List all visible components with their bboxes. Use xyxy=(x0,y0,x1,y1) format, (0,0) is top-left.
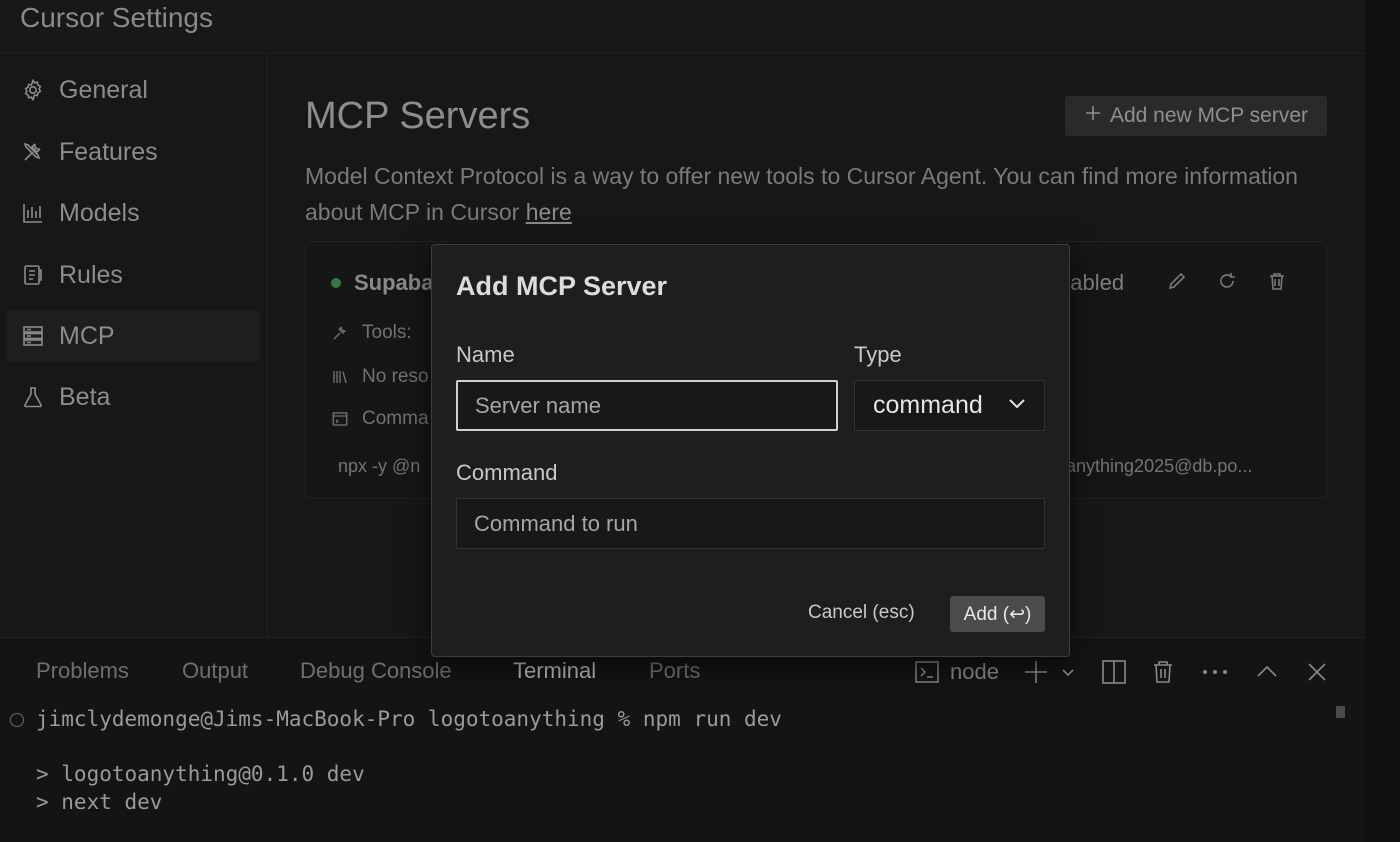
tools-icon xyxy=(330,323,350,343)
page-title: Cursor Settings xyxy=(20,2,213,34)
name-label: Name xyxy=(456,342,515,368)
terminal-name[interactable]: node xyxy=(950,658,999,686)
maximize-panel-icon[interactable] xyxy=(1254,658,1280,686)
mcp-description: Model Context Protocol is a way to offer… xyxy=(305,158,1305,230)
terminal-icon xyxy=(330,409,350,429)
command-row: Comma xyxy=(330,408,429,430)
tools-row: Tools: xyxy=(330,322,412,344)
models-icon xyxy=(20,200,46,226)
resources-row: No reso xyxy=(330,366,429,388)
docs-link[interactable]: here xyxy=(526,199,572,225)
type-label: Type xyxy=(854,342,902,368)
terminal-shell-icon[interactable] xyxy=(912,658,942,686)
server-icon xyxy=(20,323,46,349)
sidebar-item-models[interactable]: Models xyxy=(6,187,260,239)
terminal-line: > logotoanything@0.1.0 dev xyxy=(36,762,365,786)
sidebar-item-mcp[interactable]: MCP xyxy=(6,310,260,362)
tab-terminal[interactable]: Terminal xyxy=(513,658,596,684)
settings-sidebar: General Features Models Rules MCP Beta xyxy=(0,55,268,637)
edit-icon[interactable] xyxy=(1164,268,1190,294)
terminal-line: jimclydemonge@Jims-MacBook-Pro logotoany… xyxy=(36,707,782,731)
add-mcp-server-dialog: Add MCP Server Name Type command Command… xyxy=(431,244,1070,657)
sidebar-item-features[interactable]: Features xyxy=(6,126,260,178)
server-name: Supaba xyxy=(354,270,433,296)
bottom-panel: Problems Output Debug Console Terminal P… xyxy=(0,637,1365,842)
kill-terminal-icon[interactable] xyxy=(1150,658,1176,686)
tab-debug-console[interactable]: Debug Console xyxy=(300,658,452,684)
description-text: Model Context Protocol is a way to offer… xyxy=(305,163,1298,225)
command-label: Comma xyxy=(362,408,429,430)
split-terminal-icon[interactable] xyxy=(1100,658,1128,686)
type-select-value: command xyxy=(873,391,983,420)
trash-icon[interactable] xyxy=(1264,268,1290,294)
command-input[interactable] xyxy=(456,498,1045,549)
resources-label: No reso xyxy=(362,366,429,388)
cancel-button[interactable]: Cancel (esc) xyxy=(808,602,915,624)
plus-icon xyxy=(1084,104,1102,128)
terminal-line: > next dev xyxy=(36,790,162,814)
close-panel-icon[interactable] xyxy=(1304,658,1330,686)
library-icon xyxy=(330,367,350,387)
chevron-down-icon[interactable] xyxy=(1058,658,1078,686)
command-text-left: npx -y @n xyxy=(338,456,420,477)
dialog-title: Add MCP Server xyxy=(456,271,667,302)
new-terminal-icon[interactable] xyxy=(1022,658,1050,686)
server-name-input[interactable] xyxy=(456,380,838,431)
sidebar-item-label: Rules xyxy=(59,261,123,290)
sidebar-item-general[interactable]: General xyxy=(6,64,260,116)
command-text-right: anything2025@db.po... xyxy=(1066,456,1252,477)
status-dot xyxy=(331,278,341,288)
section-title: MCP Servers xyxy=(305,95,530,138)
terminal-status-icon xyxy=(10,713,24,727)
add-mcp-server-label: Add new MCP server xyxy=(1110,104,1308,128)
refresh-icon[interactable] xyxy=(1214,268,1240,294)
flask-icon xyxy=(20,384,46,410)
sidebar-item-label: Beta xyxy=(59,383,110,412)
add-button[interactable]: Add (↩) xyxy=(950,596,1045,632)
add-mcp-server-button[interactable]: Add new MCP server xyxy=(1065,96,1327,136)
rules-icon xyxy=(20,262,46,288)
tools-label: Tools: xyxy=(362,322,412,344)
sidebar-item-label: General xyxy=(59,76,148,105)
command-label: Command xyxy=(456,460,557,486)
tools-icon xyxy=(20,139,46,165)
chevron-down-icon xyxy=(1006,392,1028,419)
sidebar-item-label: Features xyxy=(59,138,158,167)
sidebar-item-label: MCP xyxy=(59,322,115,351)
tab-ports[interactable]: Ports xyxy=(649,658,700,684)
gear-icon xyxy=(20,77,46,103)
terminal-scrollbar[interactable] xyxy=(1336,706,1345,718)
settings-title-bar: Cursor Settings xyxy=(0,0,1365,54)
right-edge-strip xyxy=(1365,0,1400,842)
tab-output[interactable]: Output xyxy=(182,658,248,684)
sidebar-item-rules[interactable]: Rules xyxy=(6,249,260,301)
tab-problems[interactable]: Problems xyxy=(36,658,129,684)
type-select[interactable]: command xyxy=(854,380,1045,431)
sidebar-item-label: Models xyxy=(59,199,140,228)
more-icon[interactable] xyxy=(1200,658,1230,686)
sidebar-item-beta[interactable]: Beta xyxy=(6,371,260,423)
